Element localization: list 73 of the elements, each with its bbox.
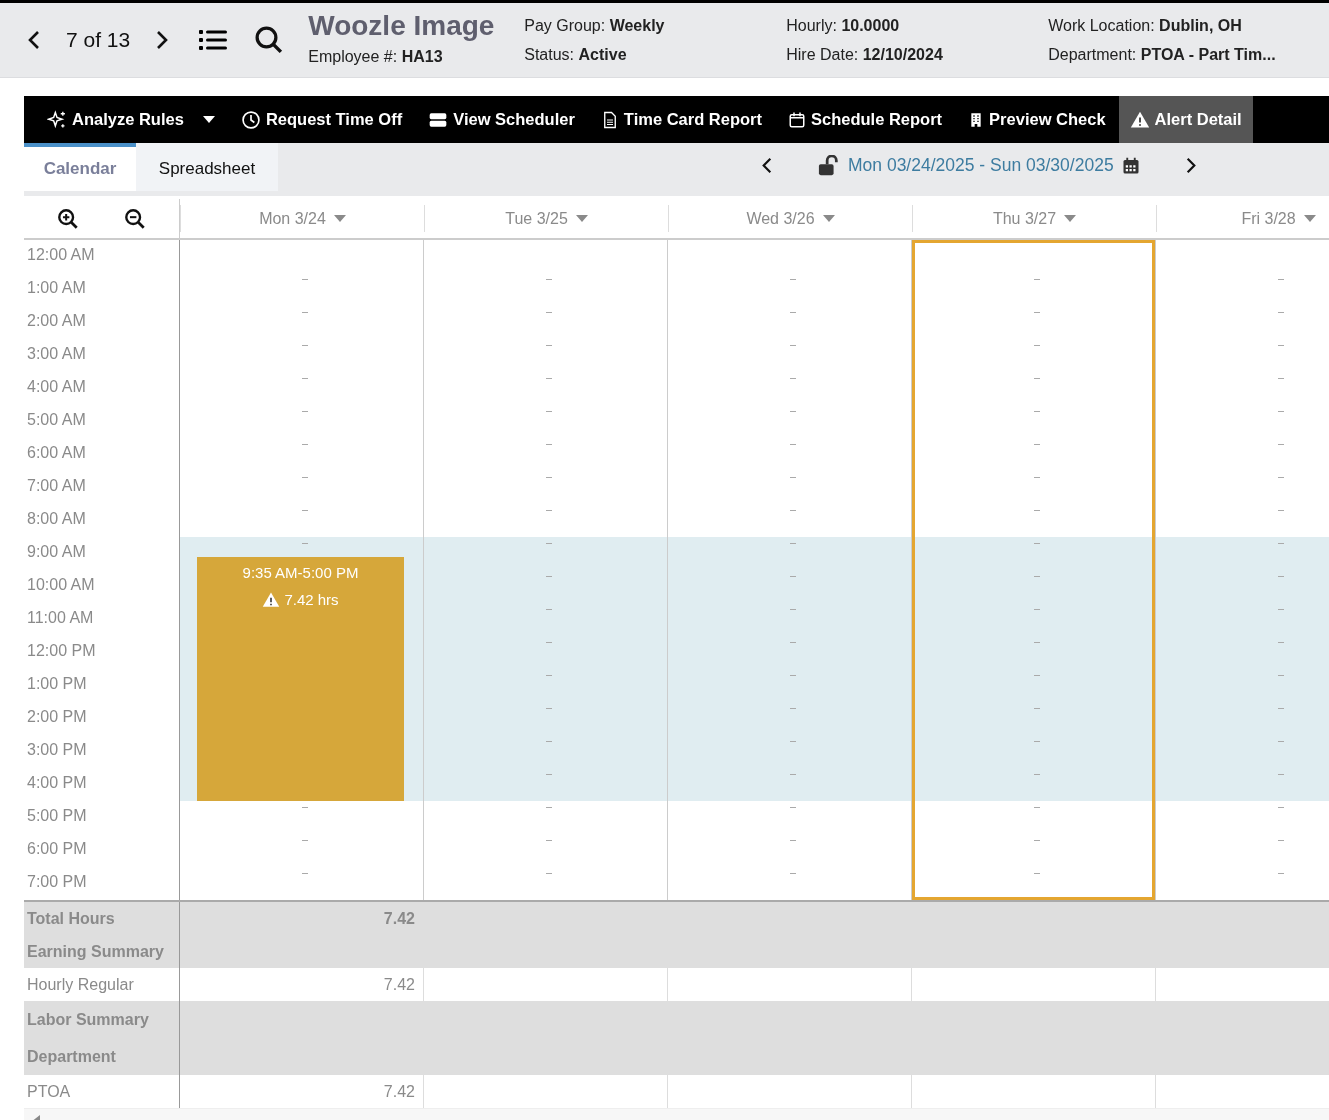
day-header[interactable]: Fri 3/28 <box>1235 208 1322 229</box>
toolbar-button[interactable]: Schedule Report <box>775 96 956 143</box>
time-label: 6:00 PM <box>27 840 87 857</box>
day-header[interactable]: Tue 3/25 <box>499 208 594 229</box>
toolbar-button[interactable]: Alert Detail <box>1118 96 1253 143</box>
employee-field: Work Location: Dublin, OH <box>1048 11 1299 40</box>
toolbar-button[interactable]: Time Card Report <box>587 96 775 143</box>
shift-hours: 7.42 hrs <box>262 586 339 613</box>
employee-name: Woozle Image <box>308 9 496 42</box>
hours-value: 7.42 <box>382 909 415 929</box>
toolbar-button[interactable]: Request Time Off <box>227 96 416 143</box>
time-label: 5:00 PM <box>27 807 87 824</box>
summary-label: Labor Summary <box>26 1010 150 1030</box>
time-label: 1:00 PM <box>27 675 87 692</box>
time-label: 8:00 AM <box>27 510 86 527</box>
time-label: 7:00 PM <box>27 873 87 890</box>
time-label: 4:00 AM <box>27 378 86 395</box>
chevron-left-icon <box>762 157 772 174</box>
view-tab[interactable]: Spreadsheet <box>136 143 278 191</box>
summary-label: Earning Summary <box>26 942 165 962</box>
search-icon <box>254 25 285 55</box>
employee-field: Status: Active <box>524 40 787 69</box>
time-label: 12:00 AM <box>27 246 95 263</box>
time-label: 12:00 PM <box>27 642 96 659</box>
time-label: 2:00 AM <box>27 312 86 329</box>
chevron-left-icon <box>28 30 40 50</box>
view-tab[interactable]: Calendar <box>24 143 136 191</box>
zoom-in-icon <box>56 207 79 230</box>
caret-icon <box>575 214 588 223</box>
list-icon <box>198 27 229 53</box>
toolbar-button[interactable]: View Scheduler <box>415 96 588 143</box>
day-header[interactable]: Mon 3/24 <box>253 208 352 229</box>
summary-label: Hourly Regular <box>26 975 135 995</box>
shift-time: 9:35 AM-5:00 PM <box>242 563 359 583</box>
time-label: 10:00 AM <box>27 576 95 593</box>
caret-icon <box>1303 214 1316 223</box>
record-position: 7 of 13 <box>66 28 131 52</box>
time-label: 3:00 PM <box>27 741 87 758</box>
time-label: 4:00 PM <box>27 774 87 791</box>
time-label: 2:00 PM <box>27 708 87 725</box>
employee-field: Pay Group: Weekly <box>524 11 787 40</box>
caret-icon <box>333 214 346 223</box>
time-label: 5:00 AM <box>27 411 86 428</box>
day-header[interactable]: Wed 3/26 <box>740 208 841 229</box>
clock-icon <box>240 109 261 130</box>
time-label: 6:00 AM <box>27 444 86 461</box>
caret-icon <box>202 115 215 124</box>
sparkle-icon <box>47 109 67 130</box>
summary-label: Total Hours <box>26 909 116 929</box>
hours-value: 7.42 <box>382 1082 415 1102</box>
warning-icon <box>262 590 281 609</box>
zoom-out-icon <box>124 207 147 230</box>
caret-icon <box>822 214 835 223</box>
employee-field: Hire Date: 12/10/2024 <box>786 40 1049 69</box>
time-label: 11:00 AM <box>27 609 94 626</box>
caret-icon <box>1064 214 1077 223</box>
time-label: 3:00 AM <box>27 345 86 362</box>
employee-field: Employee #: HA13 <box>308 41 525 71</box>
toolbar-button[interactable]: Analyze Rules <box>34 96 228 143</box>
chevron-right-icon <box>1185 157 1196 174</box>
employee-field: Department: PTOA - Part Tim... <box>1048 40 1299 69</box>
chevron-right-icon <box>156 30 169 50</box>
summary-label: PTOA <box>26 1082 72 1102</box>
date-range-link[interactable]: Mon 03/24/2025 - Sun 03/30/2025 <box>848 155 1114 176</box>
time-label: 1:00 AM <box>27 279 86 296</box>
time-label: 7:00 AM <box>27 477 86 494</box>
toolbar-button[interactable]: Preview Check <box>955 96 1119 143</box>
time-label: 9:00 AM <box>27 543 86 560</box>
calendar-icon <box>1121 155 1140 176</box>
hours-value: 7.42 <box>382 975 415 995</box>
employee-field: Hourly: 10.0000 <box>786 11 1049 40</box>
day-header[interactable]: Thu 3/27 <box>986 208 1083 229</box>
summary-sublabel: Department <box>26 1047 117 1067</box>
